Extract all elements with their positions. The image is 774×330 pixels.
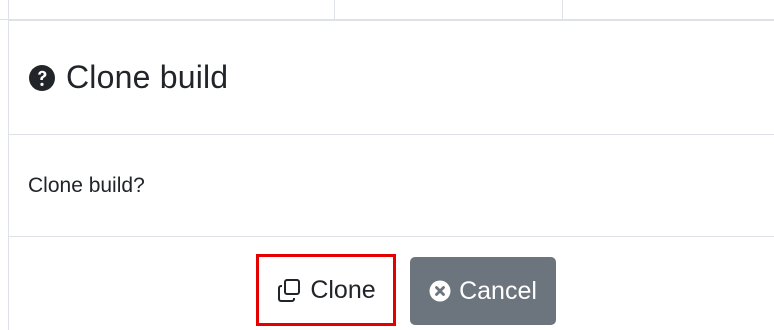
table-column-divider [334,0,335,20]
dialog-body: Clone build? [9,135,774,237]
background-table-header [0,0,774,20]
table-column-divider [8,0,9,20]
question-circle-icon [28,64,56,92]
cancel-button[interactable]: Cancel [410,257,556,325]
dialog-message: Clone build? [28,173,145,197]
dialog-header: Clone build [9,21,774,135]
dialog-footer: Clone Cancel [9,237,774,330]
cancel-button-label: Cancel [459,276,537,305]
times-circle-icon [429,280,451,302]
clone-button-label: Clone [310,275,376,304]
clone-icon [276,276,304,304]
page: Clone build Clone build? Clone Cancel [0,0,774,330]
dialog-title: Clone build [28,59,228,96]
clone-build-dialog: Clone build Clone build? Clone Cancel [8,20,774,330]
dialog-title-text: Clone build [66,59,229,95]
table-column-divider [562,0,563,20]
clone-button[interactable]: Clone [256,254,396,326]
